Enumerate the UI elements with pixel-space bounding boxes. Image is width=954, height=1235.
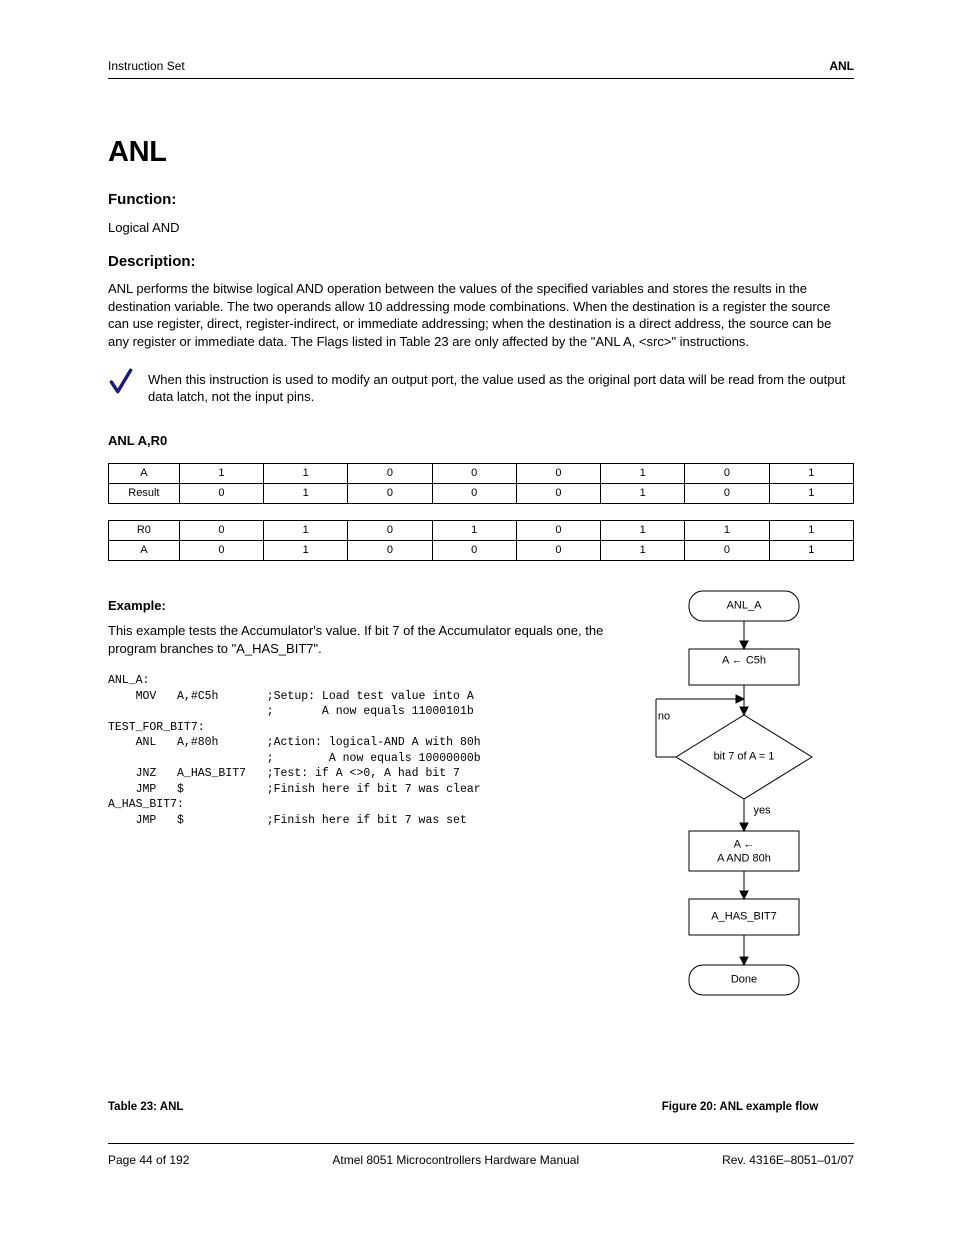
footer-right: Rev. 4316E–8051–01/07	[722, 1152, 854, 1168]
register-table-2: R0 0 1 0 1 0 1 1 1 A 0 1 0 0 0 1 0 1	[108, 520, 854, 561]
function-text: Logical AND	[108, 219, 854, 237]
table-caption: Table 23: ANL	[108, 1100, 183, 1116]
table-row: A 0 1 0 0 0 1 0 1	[109, 540, 854, 560]
table-row: R0 0 1 0 1 0 1 1 1	[109, 520, 854, 540]
function-heading: Function:	[108, 190, 854, 210]
description-text: ANL performs the bitwise logical AND ope…	[108, 280, 854, 350]
flow-decision: bit 7 of A = 1	[699, 749, 789, 764]
anl-example-label: ANL A,R0	[108, 432, 854, 450]
footer-left: Page 44 of 192	[108, 1152, 189, 1168]
register-tables: A 1 1 0 0 0 1 0 1 Result 0 1 0 0 0 1 0 1	[108, 463, 854, 560]
example-text: This example tests the Accumulator's val…	[108, 622, 604, 657]
example-heading: Example:	[108, 597, 604, 615]
note-block: When this instruction is used to modify …	[108, 371, 854, 406]
checkmark-icon	[108, 367, 134, 397]
flowchart: ANL_A A ← C5h bit 7 of A = 1 no yes A ← …	[634, 587, 854, 1027]
flow-start: ANL_A	[727, 598, 762, 613]
table-row: A 1 1 0 0 0 1 0 1	[109, 464, 854, 484]
header-divider	[108, 78, 854, 79]
page-footer: Page 44 of 192 Atmel 8051 Microcontrolle…	[108, 1152, 854, 1168]
note-text: When this instruction is used to modify …	[148, 371, 854, 406]
flow-done: Done	[731, 972, 757, 987]
flow-yes: yes	[753, 803, 770, 818]
code-block: ANL_A: MOV A,#C5h ;Setup: Load test valu…	[108, 673, 604, 828]
header-left: Instruction Set	[108, 58, 185, 74]
figure-caption: Figure 20: ANL example flow	[630, 1100, 850, 1116]
description-heading: Description:	[108, 252, 854, 272]
footer-mid: Atmel 8051 Microcontrollers Hardware Man…	[332, 1152, 579, 1168]
flow-no: no	[658, 709, 670, 724]
footer-divider	[108, 1143, 854, 1144]
register-table-1: A 1 1 0 0 0 1 0 1 Result 0 1 0 0 0 1 0 1	[108, 463, 854, 504]
instruction-title: ANL	[108, 133, 854, 172]
page-header: Instruction Set ANL	[108, 58, 854, 74]
header-right: ANL	[829, 58, 854, 74]
flow-step3: A_HAS_BIT7	[711, 909, 776, 924]
table-row: Result 0 1 0 0 0 1 0 1	[109, 484, 854, 504]
